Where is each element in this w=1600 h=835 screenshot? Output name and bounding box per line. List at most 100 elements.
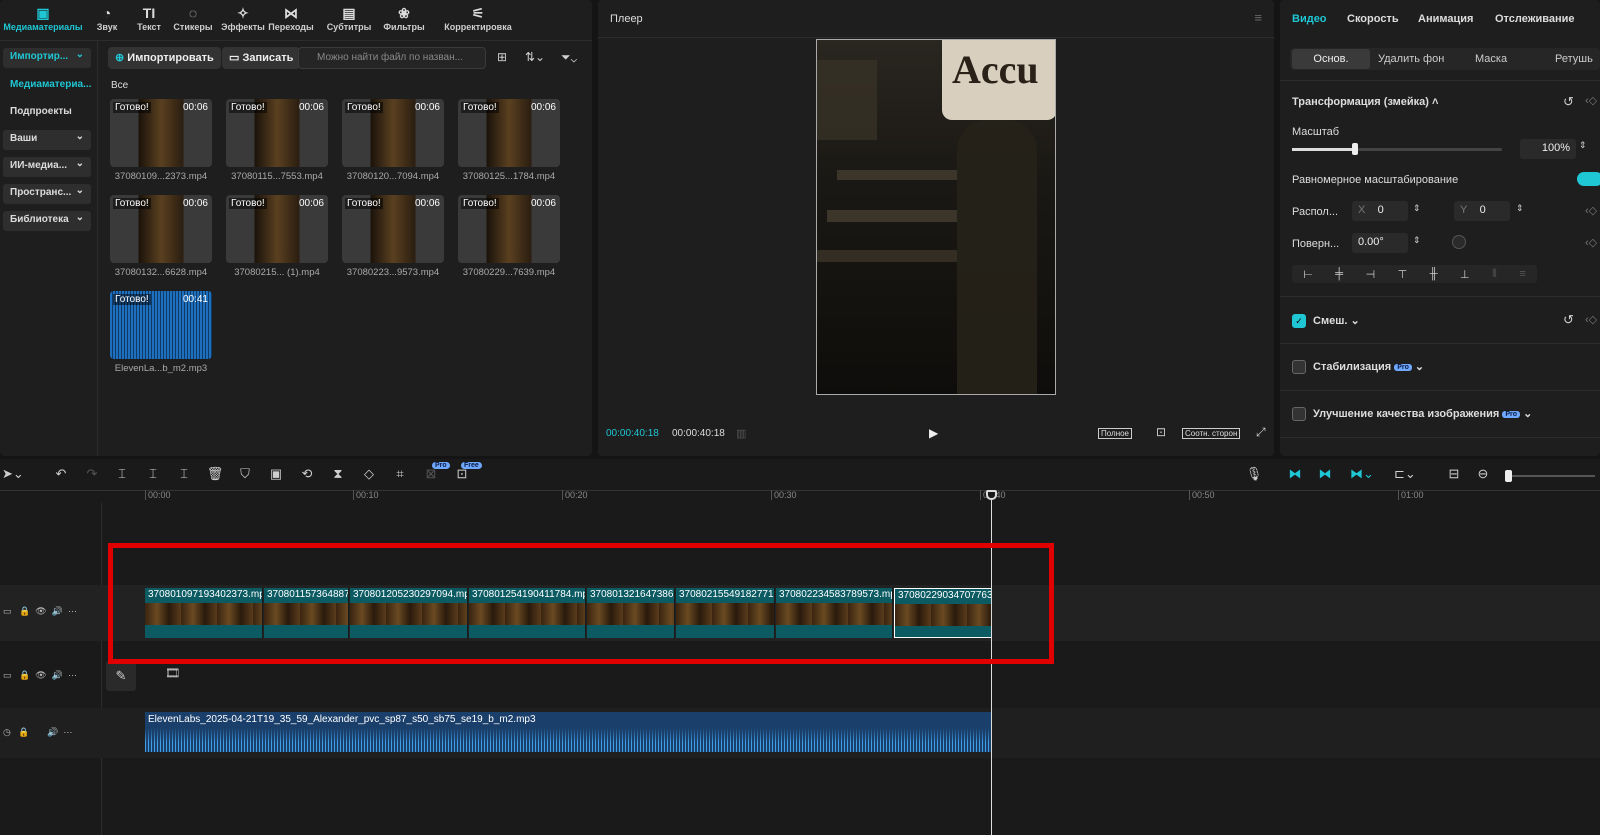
zoom-slider[interactable] — [1505, 470, 1595, 482]
playhead-handle[interactable] — [986, 490, 997, 500]
position-x-input[interactable]: X 0 — [1352, 201, 1408, 221]
reverse-icon[interactable]: ⟲ — [298, 466, 316, 482]
tab-filters[interactable]: ❀ Фильтры — [375, 4, 433, 32]
preview-axis-icon[interactable]: ⊏⌄ — [1394, 466, 1416, 482]
split-icon[interactable]: ⌶ — [113, 466, 131, 482]
rotate-input[interactable]: 0.00° — [1352, 233, 1408, 253]
sidebar-item-ai-media[interactable]: ИИ-медиа... — [3, 157, 91, 177]
lock-icon[interactable]: 🔒 — [19, 606, 30, 616]
tab-tracking[interactable]: Отслеживание — [1495, 13, 1575, 25]
microphone-icon[interactable]: 🎙 — [1245, 466, 1263, 482]
full-quality-button[interactable]: Полное — [1098, 428, 1133, 439]
media-item[interactable]: Готово! 00:06 — [458, 195, 560, 263]
align-hcenter-icon[interactable]: ╪ — [1335, 268, 1343, 280]
rotate-icon[interactable]: ◇ — [360, 466, 378, 482]
rotate-stepper[interactable]: ⇕ — [1413, 235, 1421, 246]
tab-media[interactable]: ▣ Медиаматериалы — [3, 4, 83, 32]
keyframe-icon[interactable]: ‹◇ — [1585, 94, 1597, 107]
stabilize-section[interactable]: Стабилизация Pro ⌄ — [1313, 360, 1424, 373]
align-left-icon[interactable]: ⊢ — [1303, 268, 1313, 281]
subtab-retouch[interactable]: Ретушь — [1555, 53, 1593, 65]
media-item[interactable]: Готово! 00:06 — [458, 99, 560, 167]
audio-clip[interactable]: ElevenLabs_2025-04-21T19_35_59_Alexander… — [145, 712, 992, 752]
grid-view-icon[interactable]: ⊞ — [497, 50, 507, 64]
y-stepper[interactable]: ⇕ — [1516, 203, 1524, 214]
eye-icon[interactable]: 👁 — [35, 670, 46, 680]
mirror-icon[interactable]: ⧗ — [329, 466, 347, 482]
media-item[interactable]: Готово! 00:06 — [342, 195, 444, 263]
volume-icon[interactable]: 🔊 — [52, 670, 63, 680]
import-button[interactable]: ⊕ Импортировать — [108, 47, 221, 69]
position-keyframe-icon[interactable]: ‹◇ — [1585, 204, 1597, 217]
media-item[interactable]: Готово! 00:06 — [226, 195, 328, 263]
tab-transitions[interactable]: ⋈ Переходы — [262, 4, 320, 32]
media-item[interactable]: Готово! 00:06 — [226, 99, 328, 167]
sidebar-item-library[interactable]: Библиотека — [3, 211, 91, 231]
more-icon[interactable]: ⋯ — [68, 606, 77, 616]
zoom-out-icon[interactable]: ⊖ — [1474, 466, 1492, 482]
tab-speed[interactable]: Скорость — [1347, 13, 1399, 25]
split-left-icon[interactable]: ⌶ — [144, 466, 162, 482]
edit-cover-icon[interactable]: ✎ — [106, 661, 136, 691]
tab-video[interactable]: Видео — [1292, 13, 1327, 25]
scale-slider[interactable] — [1292, 143, 1502, 155]
delete-icon[interactable]: 🗑 — [206, 466, 224, 482]
tab-adjust[interactable]: ⚟ Корректировка — [438, 4, 518, 32]
transform-title[interactable]: Трансформация (змейка) ˄ — [1292, 96, 1438, 108]
media-item[interactable]: Готово! 00:06 — [110, 195, 212, 263]
subtab-remove-bg[interactable]: Удалить фон — [1378, 53, 1444, 65]
media-search-input[interactable]: Можно найти файл по назван... — [298, 47, 486, 69]
redo-icon[interactable]: ↷ — [83, 466, 101, 482]
cover-icon[interactable]: ▭ — [3, 606, 12, 616]
align-vcenter-icon[interactable]: ╫ — [1430, 268, 1438, 280]
tab-animation[interactable]: Анимация — [1418, 13, 1473, 25]
uniform-scale-toggle[interactable] — [1577, 172, 1600, 186]
auto-snap-icon[interactable]: ⧓ — [1316, 466, 1334, 482]
sidebar-item-subprojects[interactable]: Подпроекты — [3, 103, 91, 123]
enhance-checkbox[interactable] — [1292, 407, 1306, 421]
blend-keyframe-icon[interactable]: ‹◇ — [1585, 313, 1597, 326]
record-button[interactable]: ▭ Записать — [222, 47, 301, 69]
subtab-mask[interactable]: Маска — [1475, 53, 1507, 65]
menu-icon[interactable]: ≡ — [1254, 10, 1262, 25]
media-item[interactable]: Готово! 00:06 — [342, 99, 444, 167]
blend-section[interactable]: Смеш. ⌄ — [1313, 314, 1360, 327]
position-y-input[interactable]: Y 0 — [1454, 201, 1510, 221]
sidebar-item-yours[interactable]: Ваши — [3, 130, 91, 150]
play-button[interactable]: ▶ — [929, 426, 938, 440]
blend-reset-icon[interactable]: ↺ — [1563, 312, 1574, 328]
media-item[interactable]: Готово! 00:06 — [110, 99, 212, 167]
tab-subtitles[interactable]: ▤ Субтитры — [320, 4, 378, 32]
distribute-v-icon[interactable]: ≡ — [1519, 268, 1525, 280]
preview-canvas[interactable]: Accu — [816, 39, 1056, 395]
crop-icon[interactable]: ⌗ — [391, 466, 409, 482]
volume-icon[interactable]: 🔊 — [52, 606, 63, 616]
enhance-section[interactable]: Улучшение качества изображения Pro ⌄ — [1313, 407, 1532, 420]
subtab-basic[interactable]: Основ. — [1292, 49, 1370, 69]
fullscreen-icon[interactable]: ⤢ — [1256, 425, 1266, 440]
lock-icon[interactable]: 🔒 — [18, 727, 29, 737]
filter-icon[interactable]: ⏷⌄ — [561, 50, 577, 65]
freeze-icon[interactable]: ▣ — [267, 466, 285, 482]
split-right-icon[interactable]: ⌶ — [175, 466, 193, 482]
scale-stepper[interactable]: ⇕ — [1579, 140, 1587, 151]
more-icon[interactable]: ⋯ — [63, 727, 72, 737]
marker-icon[interactable]: ⛉ — [236, 466, 254, 482]
lock-icon[interactable]: 🔒 — [19, 670, 30, 680]
reset-icon[interactable]: ↺ — [1563, 94, 1574, 110]
sidebar-item-space[interactable]: Пространс... — [3, 184, 91, 204]
undo-icon[interactable]: ↶ — [52, 466, 70, 482]
sidebar-item-media[interactable]: Медиаматериа... — [3, 76, 91, 96]
rotate-dial[interactable] — [1452, 235, 1466, 249]
align-top-icon[interactable]: ⊤ — [1398, 268, 1408, 281]
select-tool-icon[interactable]: ➤⌄ — [2, 466, 24, 482]
cover-icon[interactable]: ▭ — [3, 670, 12, 680]
align-right-icon[interactable]: ⊣ — [1366, 268, 1376, 281]
sort-icon[interactable]: ⇅⌄ — [525, 50, 545, 64]
eye-icon[interactable]: 👁 — [35, 606, 46, 616]
volume-icon[interactable]: 🔊 — [47, 727, 58, 737]
stabilize-checkbox[interactable] — [1292, 360, 1306, 374]
fit-timeline-icon[interactable]: ⊟ — [1445, 466, 1463, 482]
x-stepper[interactable]: ⇕ — [1413, 203, 1421, 214]
align-bottom-icon[interactable]: ⊥ — [1460, 268, 1470, 281]
